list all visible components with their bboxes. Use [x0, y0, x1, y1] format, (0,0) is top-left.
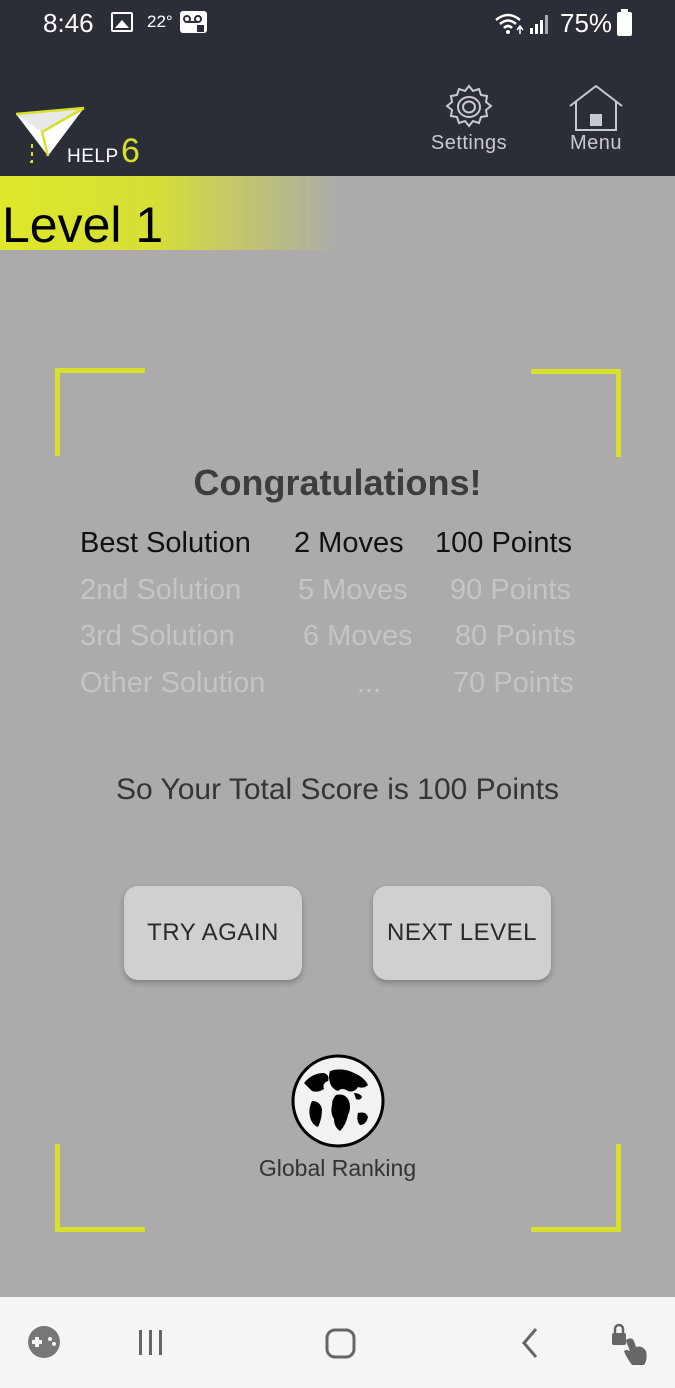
recents-icon [139, 1330, 162, 1355]
home-icon [569, 84, 623, 131]
status-bar: 8:46 22° 75% [0, 0, 675, 48]
congratulations-heading: Congratulations! [193, 462, 482, 503]
image-icon [111, 12, 133, 32]
connectivity-icons [494, 12, 554, 36]
system-nav-bar [0, 1297, 675, 1388]
frame-corner-top-right [531, 369, 621, 457]
solution-moves: 2 Moves [294, 527, 404, 559]
menu-label: Menu [569, 132, 623, 154]
help-count: 6 [121, 132, 140, 170]
solution-moves: 6 Moves [303, 620, 413, 652]
solution-name: Best Solution [80, 527, 251, 559]
voicemail-icon [180, 11, 207, 33]
settings-button[interactable]: Settings [419, 84, 519, 160]
score-row-3rd: 3rd Solution 6 Moves 80 Points [0, 620, 675, 660]
wifi-icon [495, 13, 524, 34]
score-row-2nd: 2nd Solution 5 Moves 90 Points [0, 574, 675, 614]
recents-button[interactable] [111, 1297, 191, 1388]
signal-icon [530, 15, 548, 34]
menu-button[interactable]: Menu [546, 84, 646, 160]
solution-moves: 5 Moves [298, 574, 408, 606]
settings-label: Settings [430, 132, 508, 154]
solution-points: 70 Points [453, 667, 574, 699]
frame-corner-top-left [55, 368, 145, 456]
touch-lock-icon [612, 1323, 647, 1365]
back-button[interactable] [490, 1297, 570, 1388]
app-header: 8:46 22° 75% HELP 6 Settings Menu [0, 0, 675, 176]
gamepad-icon [28, 1326, 60, 1358]
gear-icon [445, 84, 493, 128]
solution-name: 2nd Solution [80, 574, 242, 606]
next-level-button[interactable]: NEXT LEVEL [373, 886, 551, 980]
global-ranking-label[interactable]: Global Ranking [0, 1155, 675, 1182]
touch-lock-button[interactable] [592, 1297, 672, 1388]
battery-icon [617, 9, 632, 36]
solution-points: 80 Points [455, 620, 576, 652]
score-row-other: Other Solution ... 70 Points [0, 667, 675, 707]
battery-percent: 75% [560, 8, 613, 38]
globe-icon[interactable] [290, 1053, 386, 1149]
total-score: So Your Total Score is 100 Points [115, 773, 560, 806]
solution-name: Other Solution [80, 667, 266, 699]
level-title: Level 1 [2, 197, 164, 253]
back-icon [522, 1328, 538, 1358]
try-again-button[interactable]: TRY AGAIN [124, 886, 302, 980]
solution-points: 100 Points [435, 527, 573, 559]
game-launcher-button[interactable] [4, 1297, 84, 1388]
solution-moves: ... [357, 667, 382, 699]
home-button[interactable] [300, 1297, 380, 1388]
home-button-icon [325, 1328, 356, 1359]
solution-points: 90 Points [450, 574, 571, 606]
solution-name: 3rd Solution [80, 620, 235, 652]
score-row-best: Best Solution 2 Moves 100 Points [0, 527, 675, 567]
status-time: 8:46 [43, 8, 94, 38]
logo-help-text: HELP [67, 146, 119, 167]
status-temperature: 22° [147, 12, 173, 31]
